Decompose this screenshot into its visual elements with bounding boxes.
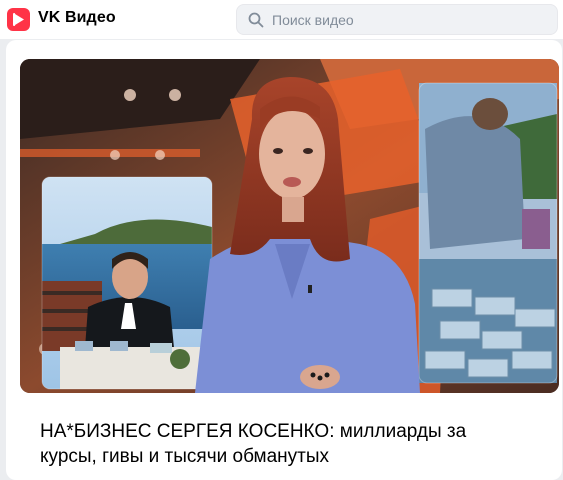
search-input[interactable]: Поиск видео [272,12,354,28]
vk-video-play-icon[interactable] [7,8,30,31]
video-thumbnail[interactable] [20,59,559,393]
top-bar: VK Видео Поиск видео [0,0,563,39]
video-title[interactable]: НА*БИЗНЕС СЕРГЕЯ КОСЕНКО: миллиарды за к… [40,419,520,469]
search-icon [248,12,264,33]
brand-name[interactable]: VK Видео [38,9,116,27]
search-field[interactable]: Поиск видео [236,4,558,35]
